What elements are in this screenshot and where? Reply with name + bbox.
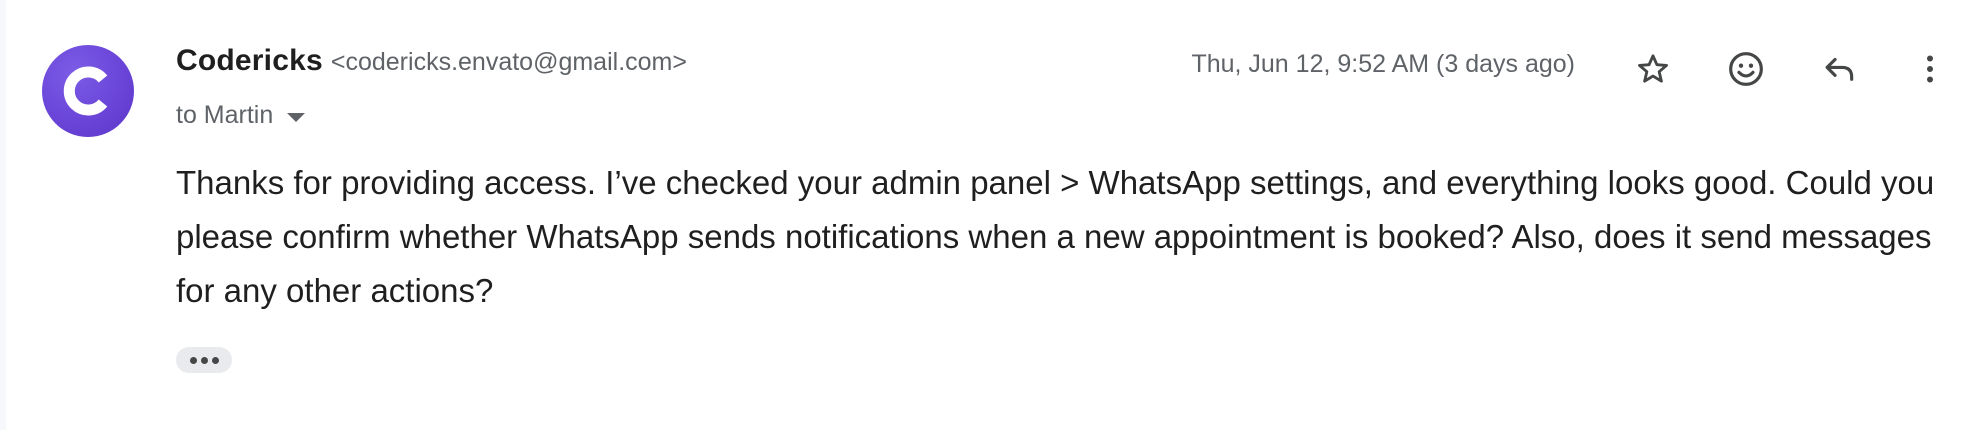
sender-line: Codericks <codericks.envato@gmail.com> (176, 44, 687, 84)
sender-name[interactable]: Codericks (176, 44, 323, 78)
ellipsis-dot-icon (211, 356, 219, 364)
recipient-details-toggle[interactable]: to Martin (176, 95, 306, 135)
avatar-letter-c-icon (63, 66, 108, 116)
add-reaction-button[interactable] (1722, 45, 1770, 93)
show-trimmed-content-button[interactable] (176, 347, 232, 373)
more-vertical-icon (1927, 55, 1933, 83)
message-date: Thu, Jun 12, 9:52 AM (3 days ago) (1191, 50, 1575, 78)
star-icon (1638, 54, 1668, 83)
ellipsis-dot-icon (189, 356, 197, 364)
email-message: Codericks <codericks.envato@gmail.com> t… (0, 0, 1978, 430)
message-body-paragraph: Thanks for providing access. I’ve checke… (176, 164, 1935, 309)
reply-button[interactable] (1815, 45, 1863, 93)
chevron-down-icon[interactable] (287, 112, 306, 122)
reply-icon (1825, 57, 1854, 81)
star-button[interactable] (1629, 45, 1677, 93)
recipient-label: to Martin (176, 100, 274, 129)
message-body: Thanks for providing access. I’ve checke… (176, 156, 1966, 318)
ellipsis-dot-icon (200, 356, 208, 364)
more-options-button[interactable] (1906, 45, 1954, 93)
emoji-reaction-icon (1729, 52, 1763, 86)
avatar[interactable] (42, 45, 134, 137)
sender-email: <codericks.envato@gmail.com> (330, 48, 687, 76)
